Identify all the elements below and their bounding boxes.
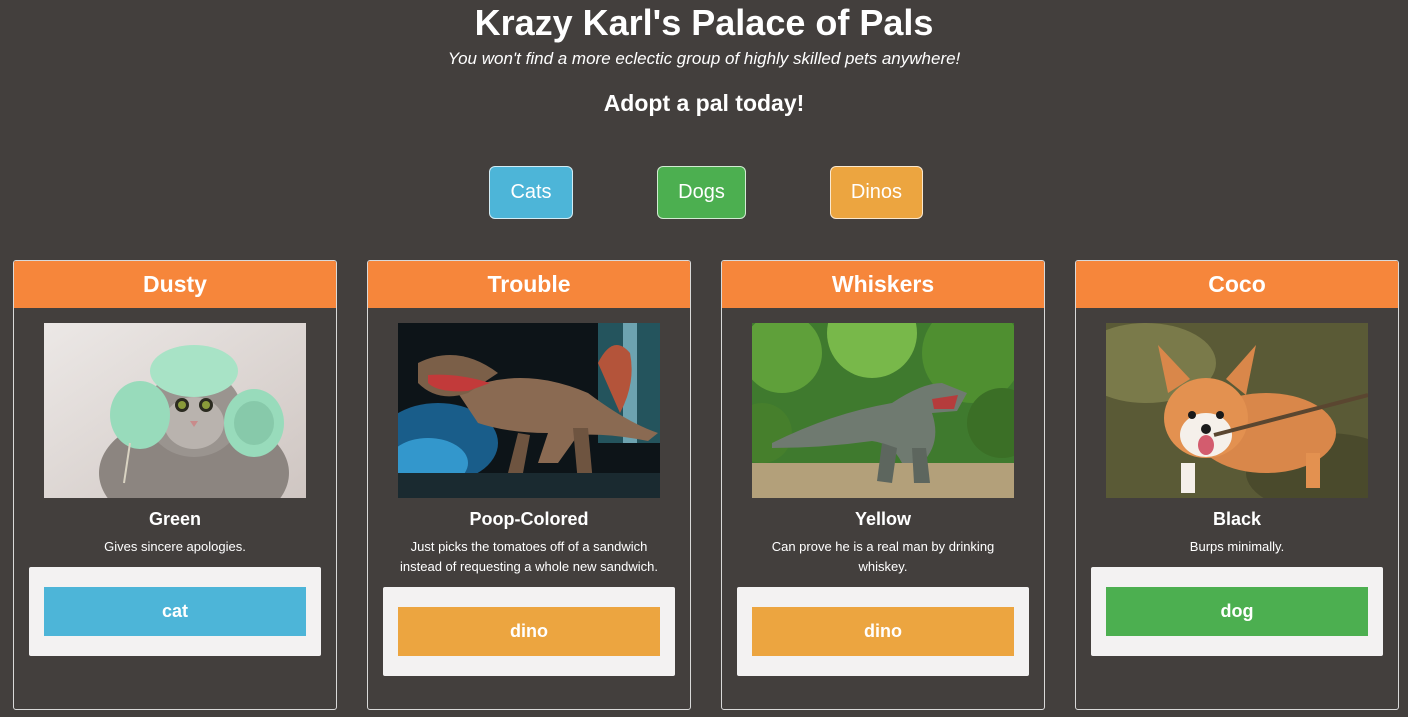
cats-filter-button[interactable]: Cats [489, 166, 573, 219]
pet-card: Coco Black Burps minimally. dog [1075, 260, 1399, 710]
pet-card: Dusty Green Gives sincere apologies. cat [13, 260, 337, 710]
pet-description: Burps minimally. [1189, 539, 1285, 554]
pet-name: Whiskers [722, 261, 1044, 308]
pet-description: Can prove he is a real man by drinking w… [771, 539, 995, 574]
pet-color: Yellow [854, 509, 912, 529]
pet-type-button[interactable]: dino [752, 607, 1014, 656]
pet-name: Dusty [14, 261, 336, 308]
pet-type-panel: dino [383, 587, 675, 676]
pet-type-panel: dog [1091, 567, 1383, 656]
t-rex-photo [752, 323, 1014, 498]
pet-color: Green [148, 509, 202, 529]
cat-photo [44, 323, 306, 498]
pet-type-button[interactable]: cat [44, 587, 306, 636]
corgi-photo [1106, 323, 1368, 498]
pet-card: Whiskers Yellow Can prove he is a real m… [721, 260, 1045, 710]
page-title: Krazy Karl's Palace of Pals [474, 2, 934, 43]
dinos-filter-button[interactable]: Dinos [830, 166, 923, 219]
dinosaur-photo [398, 323, 660, 498]
pet-type-panel: cat [29, 567, 321, 656]
pet-description: Gives sincere apologies. [104, 539, 246, 554]
pet-color: Black [1212, 509, 1262, 529]
pet-card: Trouble Poop-Colored Just picks the toma… [367, 260, 691, 710]
pet-name: Trouble [368, 261, 690, 308]
dogs-filter-button[interactable]: Dogs [657, 166, 746, 219]
page-header: Krazy Karl's Palace of Pals You won't fi… [0, 0, 1408, 118]
page-subtitle: You won't find a more eclectic group of … [447, 49, 961, 68]
pet-description: Just picks the tomatoes off of a sandwic… [400, 539, 658, 574]
pet-color: Poop-Colored [469, 509, 589, 529]
pet-type-panel: dino [737, 587, 1029, 676]
pet-type-button[interactable]: dino [398, 607, 660, 656]
pet-name: Coco [1076, 261, 1398, 308]
adopt-heading: Adopt a pal today! [603, 90, 805, 116]
filter-buttons: Cats Dogs Dinos [0, 166, 1408, 219]
pet-type-button[interactable]: dog [1106, 587, 1368, 636]
